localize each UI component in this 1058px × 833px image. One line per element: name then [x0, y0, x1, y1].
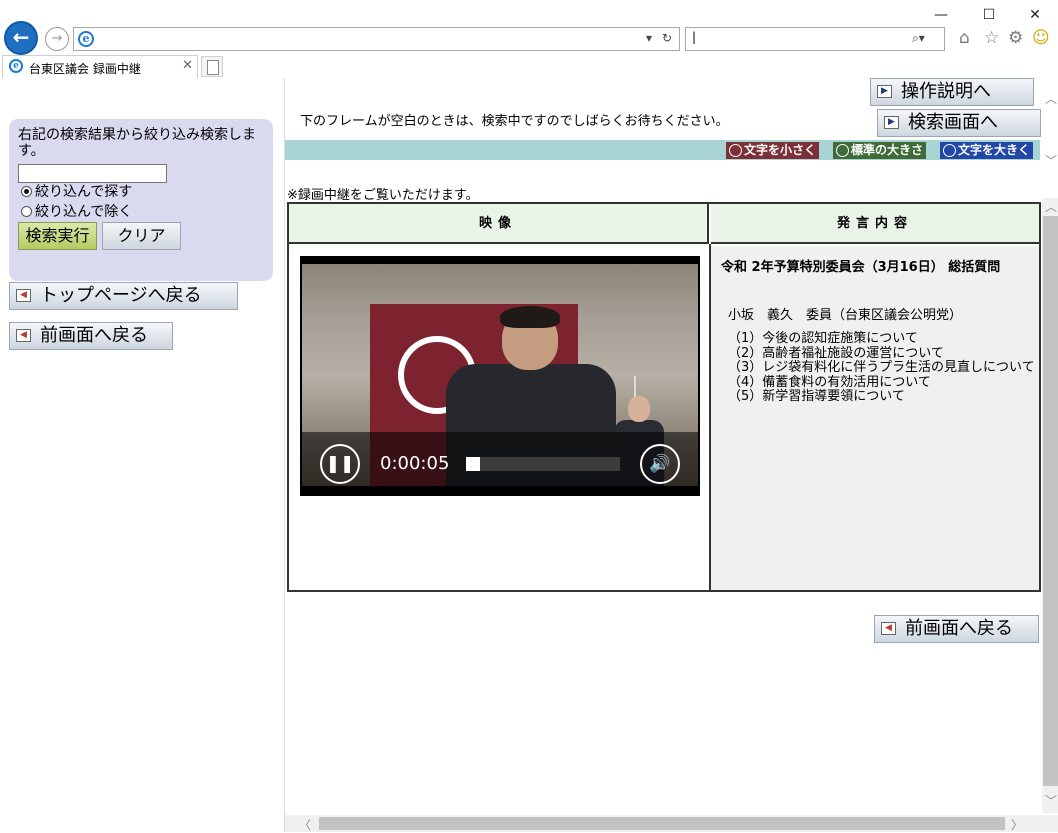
feedback-smiley-icon[interactable]: ☺: [1032, 28, 1050, 48]
right-frame: ▶ 操作説明へ ▶ 検索画面へ 下のフレームが空白のときは、検索中ですのでしばら…: [284, 78, 1058, 832]
vertical-scroll-thumb[interactable]: [1043, 216, 1058, 786]
top-page-button[interactable]: ◀ トップページへ戻る: [9, 282, 238, 310]
vertical-scrollbar[interactable]: ︿ ﹀: [1042, 198, 1058, 813]
top-page-label: トップページへ戻る: [40, 285, 202, 306]
scroll-right-icon[interactable]: 〉: [1011, 816, 1023, 833]
topic-item: （1）今後の認知症施策について: [728, 331, 918, 346]
ie-logo-icon: e: [78, 31, 94, 47]
new-tab-icon[interactable]: [201, 56, 223, 77]
pause-icon[interactable]: ❚❚: [320, 444, 360, 484]
forward-arrow-icon: ▶: [877, 85, 892, 98]
text-larger-button[interactable]: 文字を大きく: [940, 142, 1034, 159]
recording-note: ※録画中継をご覧いただけます。: [287, 188, 479, 203]
video-player[interactable]: ❚❚ 0:00:05 🔊: [300, 256, 700, 496]
manual-button[interactable]: ▶ 操作説明へ: [870, 78, 1034, 106]
search-execute-button[interactable]: 検索実行: [18, 222, 97, 250]
seek-progress: [466, 457, 480, 471]
radio-exclude[interactable]: [21, 206, 32, 217]
tab-title: 台東区議会 録画中継: [29, 62, 141, 76]
radio-include-row[interactable]: 絞り込んで探す: [21, 183, 132, 201]
bottom-prev-page-button[interactable]: ◀ 前画面へ戻る: [874, 615, 1039, 643]
back-arrow-icon: ◀: [16, 329, 31, 342]
scroll-up-icon[interactable]: ︿: [1045, 198, 1057, 215]
speaker-name: 小坂 義久 委員（台東区議会公明党）: [728, 308, 963, 323]
recording-table: 映像 発言内容 ❚❚ 0:00:05 🔊 令和 2年予算特別委員会（3月16日）…: [287, 202, 1041, 592]
clear-button[interactable]: クリア: [102, 222, 181, 250]
dropdown-icon[interactable]: ▾: [646, 31, 652, 45]
text-size-bar: [285, 140, 1040, 160]
loading-notice: 下のフレームが空白のときは、検索中ですのでしばらくお待ちください。: [300, 114, 729, 129]
bottom-prev-page-label: 前画面へ戻る: [905, 618, 1013, 639]
topic-item: （3）レジ袋有料化に伴うプラ生活の見直しについて: [728, 360, 1035, 375]
tab-active[interactable]: e 台東区議会 録画中継 ✕: [2, 55, 198, 78]
forward-arrow-icon[interactable]: →: [45, 27, 69, 51]
favorites-star-icon[interactable]: ☆: [984, 28, 999, 48]
prev-page-label: 前画面へ戻る: [40, 325, 148, 346]
address-bar[interactable]: e ▾ ↻: [73, 27, 680, 51]
header-speech: 発言内容: [711, 204, 1039, 244]
text-smaller-button[interactable]: 文字を小さく: [726, 142, 820, 159]
horizontal-scrollbar[interactable]: 〈 〉: [285, 815, 1058, 832]
close-window-button[interactable]: ✕: [1012, 4, 1058, 26]
volume-icon[interactable]: 🔊: [640, 444, 680, 484]
back-arrow-icon[interactable]: ←: [4, 21, 38, 55]
radio-exclude-label: 絞り込んで除く: [35, 204, 133, 220]
playback-time: 0:00:05: [380, 453, 450, 474]
home-icon[interactable]: ⌂: [959, 28, 970, 48]
maximize-button[interactable]: ☐: [966, 4, 1012, 26]
prev-page-button[interactable]: ◀ 前画面へ戻る: [9, 322, 173, 350]
topic-item: （5）新学習指導要領について: [728, 389, 905, 404]
filter-description: 右記の検索結果から絞り込み検索します。: [18, 127, 256, 159]
forward-arrow-icon: ▶: [884, 116, 899, 129]
radio-exclude-row[interactable]: 絞り込んで除く: [21, 203, 132, 221]
meeting-title: 令和 2年予算特別委員会（3月16日） 総括質問: [721, 260, 1001, 275]
back-arrow-icon: ◀: [16, 289, 31, 302]
header-video: 映像: [289, 204, 709, 244]
tab-ie-icon: e: [9, 59, 23, 73]
scroll-down-icon[interactable]: ﹀: [1045, 152, 1057, 169]
scroll-left-icon[interactable]: 〈: [299, 816, 311, 833]
minimize-button[interactable]: —: [918, 4, 964, 26]
radio-include[interactable]: [21, 186, 32, 197]
manual-label: 操作説明へ: [901, 81, 991, 102]
search-icon[interactable]: ⌕▾: [912, 31, 925, 46]
top-frame-scrollbar[interactable]: ︿ ﹀: [1042, 78, 1058, 173]
scroll-down-icon[interactable]: ﹀: [1045, 792, 1057, 809]
topics-list: （1）今後の認知症施策について （2）高齢者福祉施設の運営について （3）レジ袋…: [728, 331, 1035, 405]
refresh-icon[interactable]: ↻: [662, 31, 672, 45]
topic-item: （4）備蓄食料の有効活用について: [728, 374, 931, 390]
search-screen-button[interactable]: ▶ 検索画面へ: [877, 109, 1041, 137]
seek-bar[interactable]: [466, 457, 620, 471]
browser-chrome: — ☐ ✕ ← → e ▾ ↻ | ⌕▾ ⌂ ☆ ⚙ ☺ e 台東区議会 録画中…: [0, 0, 1058, 78]
text-cursor-icon: |: [692, 30, 697, 44]
speaker-hair: [500, 306, 560, 328]
seated-person-head: [628, 396, 650, 422]
back-arrow-icon: ◀: [881, 622, 896, 635]
filter-panel: 右記の検索結果から絞り込み検索します。 絞り込んで探す 絞り込んで除く 検索実行…: [9, 119, 273, 281]
settings-gear-icon[interactable]: ⚙: [1008, 28, 1023, 48]
filter-keyword-input[interactable]: [18, 164, 167, 183]
tab-close-icon[interactable]: ✕: [182, 58, 193, 73]
speech-cell: 令和 2年予算特別委員会（3月16日） 総括質問 小坂 義久 委員（台東区議会公…: [711, 246, 1039, 590]
search-screen-label: 検索画面へ: [908, 112, 998, 133]
scroll-up-icon[interactable]: ︿: [1045, 90, 1057, 107]
video-controls: ❚❚ 0:00:05 🔊: [302, 432, 698, 486]
horizontal-scroll-thumb[interactable]: [319, 817, 1005, 830]
topic-item: （2）高齢者福祉施設の運営について: [728, 345, 944, 361]
search-box[interactable]: | ⌕▾: [685, 27, 945, 51]
radio-include-label: 絞り込んで探す: [35, 184, 133, 200]
left-frame: 右記の検索結果から絞り込み検索します。 絞り込んで探す 絞り込んで除く 検索実行…: [0, 78, 284, 832]
text-standard-button[interactable]: 標準の大きさ: [833, 142, 927, 159]
